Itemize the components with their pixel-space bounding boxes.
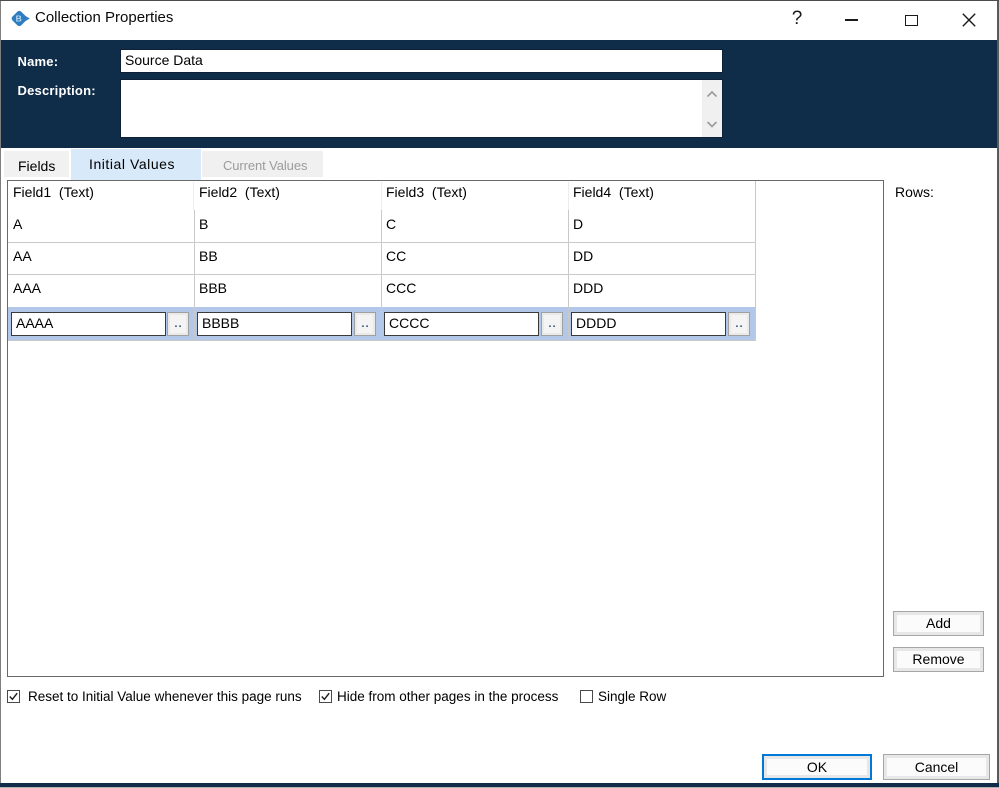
svg-text:B: B xyxy=(16,14,22,24)
